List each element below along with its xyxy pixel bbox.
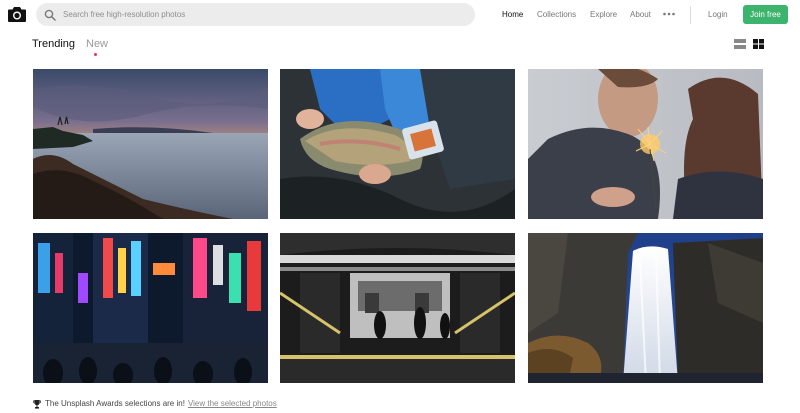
tab-trending[interactable]: Trending — [32, 38, 75, 50]
photo-neon-city-street[interactable] — [33, 233, 268, 383]
list-view-icon[interactable] — [734, 39, 746, 49]
join-free-button[interactable]: Join free — [743, 5, 788, 24]
nav-home-link[interactable]: Home — [502, 10, 523, 19]
awards-banner: The Unsplash Awards selections are in! V… — [33, 399, 277, 409]
nav-about-link[interactable]: About — [630, 10, 651, 19]
search-bar[interactable] — [36, 3, 475, 26]
view-selected-photos-link[interactable]: View the selected photos — [188, 399, 277, 409]
photo-coastal-sunset[interactable] — [33, 69, 268, 219]
nav-explore-link[interactable]: Explore — [590, 10, 617, 19]
header-divider — [690, 6, 691, 24]
search-input[interactable] — [63, 10, 463, 19]
photo-waterfall[interactable] — [528, 233, 763, 383]
new-indicator-dot — [94, 53, 97, 56]
trophy-icon — [33, 399, 41, 409]
nav-collections-link[interactable]: Collections — [537, 10, 576, 19]
grid-view-icon[interactable] — [753, 39, 764, 49]
photo-subway-platform[interactable] — [280, 233, 515, 383]
search-icon — [44, 9, 56, 21]
tab-new[interactable]: New — [86, 38, 108, 50]
camera-logo-icon[interactable] — [8, 6, 26, 22]
photo-couple-with-sparkler[interactable] — [528, 69, 763, 219]
photo-hands-holding-trout[interactable] — [280, 69, 515, 219]
more-options-icon[interactable] — [663, 9, 675, 19]
awards-message: The Unsplash Awards selections are in! — [45, 399, 185, 408]
login-link[interactable]: Login — [708, 10, 728, 19]
top-navigation-bar: Home Collections Explore About Login Joi… — [0, 0, 800, 30]
